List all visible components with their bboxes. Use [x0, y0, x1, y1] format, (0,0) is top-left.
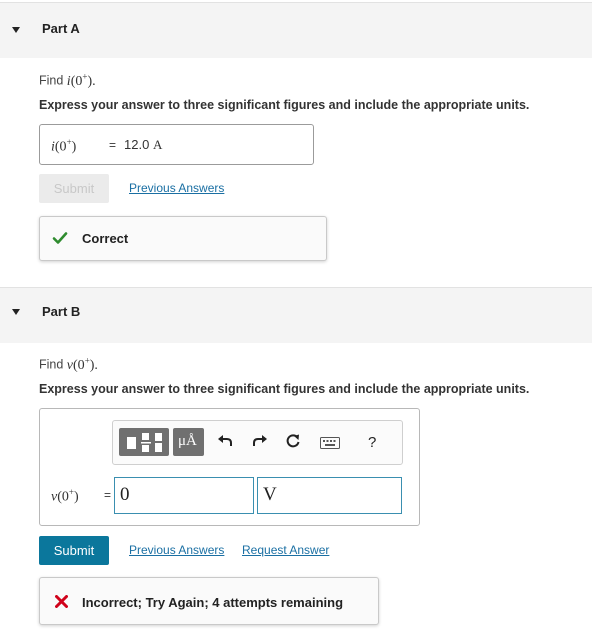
- units-label: μÅ: [178, 433, 197, 449]
- feedback-text: Incorrect; Try Again; 4 attempts remaini…: [82, 595, 344, 610]
- request-answer-link[interactable]: Request Answer: [242, 543, 329, 557]
- answer-value: 12.0 A: [124, 137, 163, 152]
- templates-icon: [127, 433, 162, 452]
- part-b-instructions: Express your answer to three significant…: [39, 382, 530, 396]
- feedback-incorrect: Incorrect; Try Again; 4 attempts remaini…: [39, 577, 379, 625]
- previous-answers-link[interactable]: Previous Answers: [129, 181, 224, 195]
- answer-editor: μÅ ? v(0+) = 0 V: [39, 408, 420, 526]
- collapse-caret-icon[interactable]: [12, 27, 20, 33]
- previous-answers-link[interactable]: Previous Answers: [129, 543, 224, 557]
- undo-icon[interactable]: [217, 433, 233, 454]
- redo-icon[interactable]: [252, 433, 268, 454]
- part-a-title: Part A: [42, 21, 80, 36]
- equals-sign: =: [109, 138, 117, 152]
- feedback-text: Correct: [82, 231, 129, 246]
- math-toolbar: μÅ ?: [112, 420, 403, 465]
- x-icon: [55, 595, 68, 613]
- answer-lhs: i(0+): [51, 137, 77, 155]
- part-b-header[interactable]: Part B: [0, 287, 592, 343]
- submit-button[interactable]: Submit: [39, 536, 109, 565]
- submit-button-disabled: Submit: [39, 174, 109, 203]
- part-a-header[interactable]: Part A: [0, 2, 592, 58]
- unit-input[interactable]: V: [257, 477, 402, 514]
- part-b-prompt: Find v(0+).: [39, 355, 98, 373]
- equals-sign: =: [104, 488, 112, 502]
- value-input[interactable]: 0: [114, 477, 254, 514]
- templates-button[interactable]: [119, 428, 169, 456]
- feedback-correct: Correct: [39, 216, 327, 261]
- part-a-instructions: Express your answer to three significant…: [39, 98, 530, 112]
- help-button[interactable]: ?: [368, 434, 376, 451]
- part-a-answer-display: i(0+) = 12.0 A: [39, 124, 314, 165]
- checkmark-icon: [52, 230, 68, 251]
- unit-text: V: [263, 484, 277, 505]
- part-a-prompt: Find i(0+).: [39, 71, 96, 89]
- units-button[interactable]: μÅ: [173, 428, 204, 456]
- value-text: 0: [120, 484, 130, 505]
- answer-lhs: v(0+): [51, 487, 79, 505]
- keyboard-icon[interactable]: [320, 436, 340, 454]
- part-b-title: Part B: [42, 304, 81, 319]
- reset-icon[interactable]: [285, 433, 301, 454]
- collapse-caret-icon[interactable]: [12, 309, 20, 315]
